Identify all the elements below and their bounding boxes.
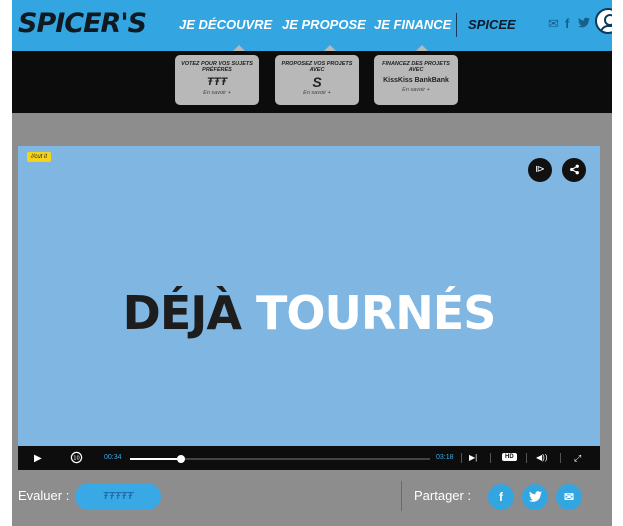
current-time: 00:34 (104, 454, 122, 461)
progress-track[interactable] (130, 455, 430, 463)
nav-je-decouvre[interactable]: JE DÉCOUVRE (179, 17, 272, 32)
card-votez[interactable]: VOTEZ POUR VOS SUJETS PRÉFÉRÉS ŦŦŦ En sa… (175, 55, 259, 105)
progress-fill (130, 458, 181, 460)
title-part2: TOURNÉS (256, 286, 496, 340)
control-divider (490, 453, 491, 463)
cut-it-tag: //cut it (27, 152, 52, 162)
svg-text:10: 10 (73, 456, 79, 462)
control-divider (560, 453, 561, 463)
title-part1: DÉJÀ (122, 286, 242, 340)
rewind-10-icon[interactable]: 10 (70, 451, 83, 466)
nav-je-finance[interactable]: JE FINANCE (374, 17, 451, 32)
avatar-body (600, 25, 612, 32)
mail-icon[interactable]: ✉ (548, 16, 559, 32)
facebook-share-icon[interactable]: f (488, 484, 514, 510)
rating-button[interactable]: ŦŦŦŦŦ (75, 483, 161, 510)
spicers-logo[interactable]: SPICER'S (18, 8, 147, 39)
share-icon[interactable] (562, 158, 586, 182)
card-title: FINANCEZ DES PROJETS AVEC (382, 61, 450, 73)
next-episode-icon[interactable]: ⧐ (528, 158, 552, 182)
volume-icon[interactable]: ◀)) (536, 453, 547, 462)
card-link[interactable]: En savoir + (374, 87, 458, 93)
next-icon[interactable]: ▶| (469, 453, 477, 462)
twitter-share-icon[interactable] (522, 484, 548, 510)
carrots-icon: ŦŦŦ (206, 76, 228, 88)
control-divider (526, 453, 527, 463)
card-title: PROPOSEZ VOS PROJETS AVEC (281, 61, 353, 73)
partager-label: Partager : (414, 488, 472, 503)
card-link[interactable]: En savoir + (275, 90, 359, 96)
bottom-divider (401, 481, 402, 511)
evaluer-label: Evaluer : (18, 488, 70, 503)
card-title: VOTEZ POUR VOS SUJETS PRÉFÉRÉS (181, 61, 253, 73)
video-title: DÉJÀ TOURNÉS (18, 286, 600, 340)
play-icon[interactable]: ▶ (34, 453, 42, 464)
nav-spicee[interactable]: SPICEE (468, 17, 516, 32)
card-link[interactable]: En savoir + (175, 90, 259, 96)
hd-toggle[interactable]: HD (502, 453, 517, 461)
facebook-icon[interactable]: f (565, 16, 569, 31)
duration: 03:18 (436, 454, 454, 461)
video-controls: ▶ 10 00:34 03:18 ▶| HD ◀)) ⤢ (18, 446, 600, 470)
card-financez[interactable]: FINANCEZ DES PROJETS AVEC KissKiss BankB… (374, 55, 458, 105)
page: SPICER'S JE DÉCOUVRE JE PROPOSE JE FINAN… (12, 0, 612, 526)
nav-je-propose[interactable]: JE PROPOSE (282, 17, 366, 32)
control-divider (461, 453, 462, 463)
progress-handle[interactable] (177, 455, 185, 463)
card-proposez[interactable]: PROPOSEZ VOS PROJETS AVEC S En savoir + (275, 55, 359, 105)
kisskissbankbank-logo: KissKiss BankBank (383, 77, 449, 84)
video-player[interactable]: //cut it ⧐ DÉJÀ TOURNÉS ▶ 10 00:34 03:18… (18, 146, 600, 470)
fullscreen-icon[interactable]: ⤢ (574, 453, 581, 464)
twitter-icon[interactable] (578, 16, 590, 31)
spicee-s-icon: S (312, 74, 322, 90)
mail-share-icon[interactable]: ✉ (556, 484, 582, 510)
nav-divider (456, 13, 457, 37)
